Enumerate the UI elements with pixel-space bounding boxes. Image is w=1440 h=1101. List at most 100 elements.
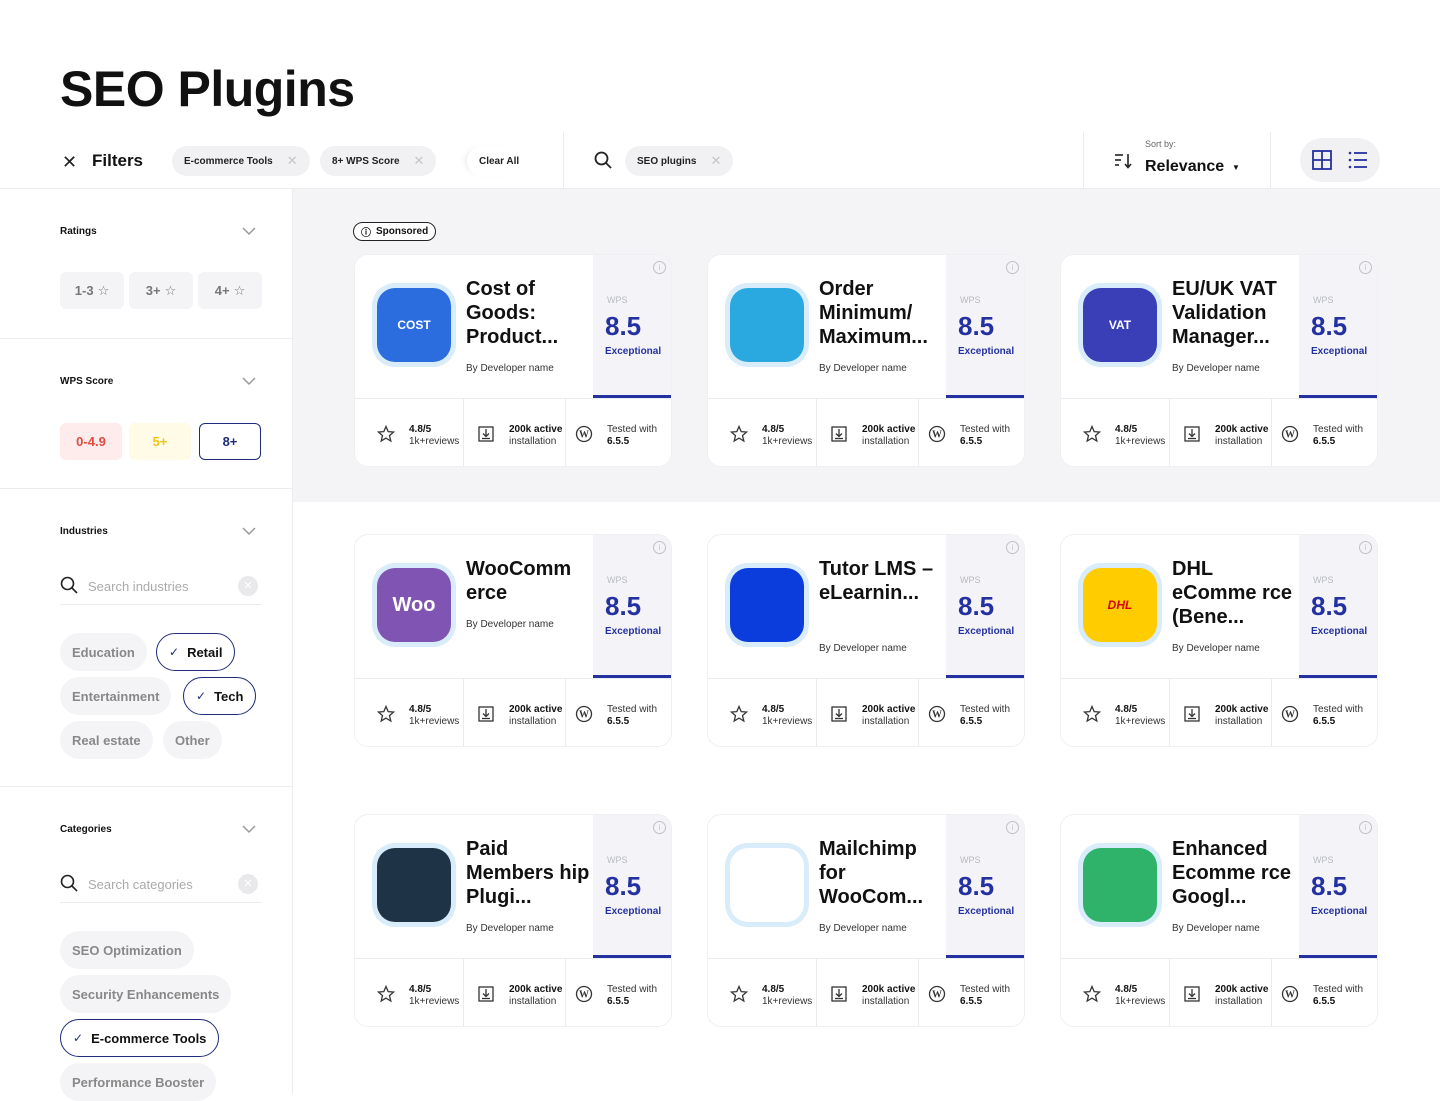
installs-stat: 200k active installation (808, 959, 918, 1026)
installs-stat: 200k active installation (1161, 959, 1271, 1026)
info-icon[interactable]: i (1006, 541, 1019, 554)
categories-title: Categories (60, 824, 112, 835)
info-icon[interactable]: i (1359, 261, 1372, 274)
remove-chip-icon[interactable]: ✕ (414, 153, 425, 169)
plugin-developer[interactable]: By Developer name (1172, 363, 1260, 374)
wps-score-section: WPS Score 0-4.9 5+ 8+ (0, 339, 292, 489)
plugin-developer[interactable]: By Developer name (819, 363, 907, 374)
compat-stat: W Tested with 6.5.5 (553, 959, 671, 1026)
plugin-card[interactable]: Order Minimum/ Maximum... By Developer n… (707, 254, 1025, 467)
info-icon[interactable]: i (1006, 821, 1019, 834)
info-icon[interactable]: i (1359, 541, 1372, 554)
plugin-name[interactable]: EU/UK VAT Validation Manager... (1172, 277, 1298, 349)
plugin-card[interactable]: Woo WooComm erce By Developer name WPS 8… (354, 534, 672, 747)
tested-version: 6.5.5 (607, 436, 630, 447)
plugin-name[interactable]: Enhanced Ecomme rce Googl... (1172, 837, 1298, 909)
plugin-developer[interactable]: By Developer name (819, 643, 907, 654)
star-icon (377, 425, 395, 443)
plugin-name[interactable]: Mailchimp for WooCom... (819, 837, 945, 909)
installs-stat: 200k active installation (808, 679, 918, 746)
plugin-name[interactable]: DHL eComme rce (Bene... (1172, 557, 1298, 629)
wordpress-icon: W (1281, 705, 1299, 723)
plugin-card[interactable]: COST Cost of Goods: Product... By Develo… (354, 254, 672, 467)
category-tag-ecommerce[interactable]: ✓ E-commerce Tools (60, 1019, 220, 1057)
filter-chip-ecommerce[interactable]: E-commerce Tools ✕ (172, 146, 310, 176)
plugin-name[interactable]: Paid Members hip Plugi... (466, 837, 592, 909)
industry-tag-entertainment[interactable]: Entertainment (60, 677, 172, 715)
chevron-down-icon[interactable] (242, 822, 256, 836)
plugin-developer[interactable]: By Developer name (466, 363, 554, 374)
score-option-high[interactable]: 8+ (199, 423, 261, 460)
info-icon[interactable]: i (1006, 261, 1019, 274)
plugin-name[interactable]: Tutor LMS – eLearnin... (819, 557, 945, 605)
sort-icon[interactable] (1114, 152, 1132, 170)
reviews-count: 1k+reviews (409, 436, 460, 447)
svg-text:W: W (579, 990, 589, 1001)
wps-label: WPS (960, 295, 981, 305)
plugin-card[interactable]: DHL DHL eComme rce (Bene... By Developer… (1060, 534, 1378, 747)
remove-chip-icon[interactable]: ✕ (287, 153, 298, 169)
clear-search-icon[interactable]: ✕ (238, 576, 258, 596)
info-icon[interactable]: i (1359, 821, 1372, 834)
category-tag-performance[interactable]: Performance Booster (60, 1063, 217, 1101)
filter-chip-wps-score[interactable]: 8+ WPS Score ✕ (320, 146, 437, 176)
search-chip[interactable]: SEO plugins ✕ (625, 146, 734, 176)
wps-label: WPS (607, 575, 628, 585)
industry-tag-education[interactable]: Education (60, 633, 147, 671)
plugin-card[interactable]: VAT EU/UK VAT Validation Manager... By D… (1060, 254, 1378, 467)
plugin-name[interactable]: WooComm erce (466, 557, 592, 605)
reviews-count: 1k+reviews (762, 716, 813, 727)
chevron-down-icon[interactable] (242, 524, 256, 538)
industry-tag-tech[interactable]: ✓ Tech (183, 677, 257, 715)
info-icon[interactable]: i (653, 541, 666, 554)
industry-tag-real-estate[interactable]: Real estate (60, 721, 153, 759)
close-filters-icon[interactable]: ✕ (62, 152, 77, 173)
clear-all-button[interactable]: Clear All (467, 146, 532, 176)
search-icon[interactable] (594, 151, 612, 169)
grid-view-icon[interactable] (1312, 150, 1332, 170)
plugin-developer[interactable]: By Developer name (819, 923, 907, 934)
category-tag-security[interactable]: Security Enhancements (60, 975, 232, 1013)
remove-chip-icon[interactable]: ✕ (710, 153, 721, 169)
compat-stat: W Tested with 6.5.5 (553, 679, 671, 746)
industry-tag-retail[interactable]: ✓ Retail (156, 633, 236, 671)
plugin-stats: 4.8/5 1k+reviews 200k active installatio… (708, 958, 1024, 1026)
rating-option-1-3[interactable]: 1-3 ☆ (60, 272, 124, 309)
industry-tag-other[interactable]: Other (163, 721, 222, 759)
chevron-down-icon[interactable] (242, 224, 256, 238)
compat-stat: W Tested with 6.5.5 (553, 399, 671, 466)
score-option-low[interactable]: 0-4.9 (60, 423, 122, 460)
reviews-count: 1k+reviews (1115, 996, 1166, 1007)
score-option-mid[interactable]: 5+ (129, 423, 191, 460)
plugin-card[interactable]: Tutor LMS – eLearnin... By Developer nam… (707, 534, 1025, 747)
filters-label[interactable]: Filters (92, 151, 143, 171)
info-icon[interactable]: i (653, 821, 666, 834)
caret-down-icon[interactable]: ▼ (1232, 163, 1240, 172)
plugin-developer[interactable]: By Developer name (1172, 643, 1260, 654)
wps-score-panel: WPS 8.5 Exceptional (593, 815, 671, 958)
plugin-name[interactable]: Order Minimum/ Maximum... (819, 277, 945, 349)
categories-search[interactable]: Search categories ✕ (60, 863, 262, 903)
plugin-card[interactable]: Paid Members hip Plugi... By Developer n… (354, 814, 672, 1027)
industries-search[interactable]: Search industries ✕ (60, 565, 262, 605)
list-view-icon[interactable] (1348, 150, 1368, 170)
info-icon[interactable]: i (653, 261, 666, 274)
wps-score-panel: WPS 8.5 Exceptional (593, 535, 671, 678)
rating-stat: 4.8/5 1k+reviews (1061, 399, 1169, 466)
plugin-developer[interactable]: By Developer name (1172, 923, 1260, 934)
rating-stat: 4.8/5 1k+reviews (1061, 679, 1169, 746)
installs-label: installation (509, 716, 557, 727)
wps-score-label: Exceptional (1311, 906, 1368, 917)
sort-dropdown[interactable]: Relevance (1145, 158, 1224, 176)
plugin-developer[interactable]: By Developer name (466, 923, 554, 934)
chevron-down-icon[interactable] (242, 374, 256, 388)
category-tag-seo[interactable]: SEO Optimization (60, 931, 194, 969)
plugin-card[interactable]: Mailchimp for WooCom... By Developer nam… (707, 814, 1025, 1027)
clear-search-icon[interactable]: ✕ (238, 874, 258, 894)
plugin-developer[interactable]: By Developer name (466, 619, 554, 630)
plugin-card[interactable]: Enhanced Ecomme rce Googl... By Develope… (1060, 814, 1378, 1027)
plugin-name[interactable]: Cost of Goods: Product... (466, 277, 592, 349)
wps-score-panel: WPS 8.5 Exceptional (946, 815, 1024, 958)
rating-option-4-plus[interactable]: 4+ ☆ (198, 272, 262, 309)
rating-option-3-plus[interactable]: 3+ ☆ (129, 272, 193, 309)
